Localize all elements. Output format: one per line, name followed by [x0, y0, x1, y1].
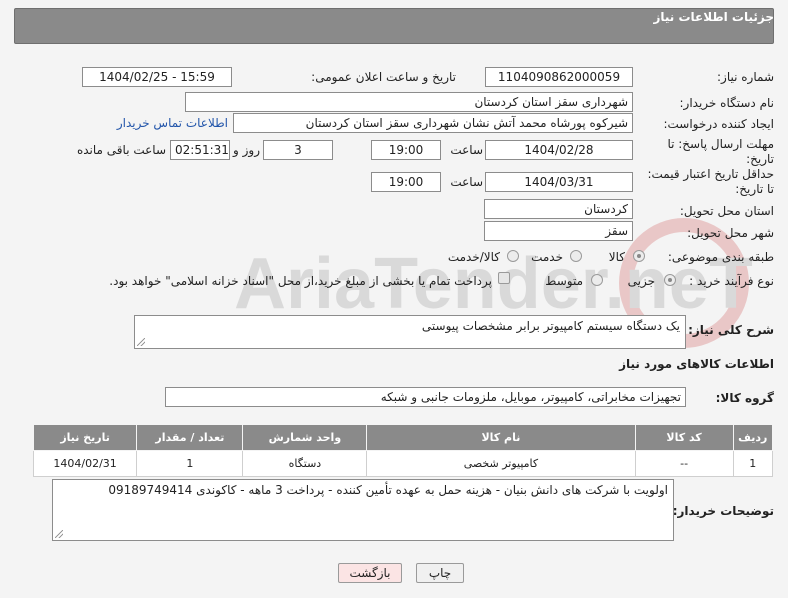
category-label: طبقه بندی موضوعی:: [667, 250, 774, 264]
creator-label: ایجاد کننده درخواست:: [663, 117, 774, 131]
remaining-time-field[interactable]: 02:51:31: [170, 140, 230, 160]
delivery-city-field[interactable]: سقز: [484, 221, 633, 241]
need-number-label: شماره نیاز:: [717, 70, 774, 84]
days-field[interactable]: 3: [263, 140, 333, 160]
price-time-field[interactable]: 19:00: [371, 172, 441, 192]
buyer-org-label: نام دستگاه خریدار:: [679, 96, 775, 110]
purchase-partial-label: جزیی: [627, 274, 655, 288]
creator-field[interactable]: شیرکوه پورشاه محمد آتش نشان شهرداری سقز …: [233, 113, 633, 133]
purchase-medium-label: متوسط: [545, 274, 583, 288]
price-date-field[interactable]: 1404/03/31: [485, 172, 633, 192]
delivery-province-field[interactable]: کردستان: [484, 199, 633, 219]
buyer-notes-text: اولویت با شرکت های دانش بنیان - هزینه حم…: [108, 483, 668, 497]
remaining-label: ساعت باقی مانده: [76, 143, 166, 157]
category-service-radio[interactable]: [570, 250, 582, 262]
category-goods-service-radio[interactable]: [507, 250, 519, 262]
cell-unit: دستگاه: [242, 450, 368, 477]
resize-handle-icon[interactable]: [137, 338, 145, 346]
purchase-medium-radio[interactable]: [591, 274, 603, 286]
goods-info-heading: اطلاعات کالاهای مورد نیاز: [619, 357, 774, 371]
purchase-type-label: نوع فرآیند خرید :: [689, 274, 774, 288]
cell-code: --: [634, 450, 734, 477]
reply-hour-label: ساعت: [450, 143, 483, 157]
col-unit: واحد شمارش: [242, 424, 368, 451]
table-row[interactable]: 1 -- کامپیوتر شخصی دستگاه 1 1404/02/31: [32, 450, 774, 477]
col-date: تاریخ نیاز: [32, 424, 138, 451]
goods-table: ردیف کد کالا نام کالا واحد شمارش تعداد /…: [32, 424, 774, 477]
goods-group-label: گروه کالا:: [715, 391, 774, 405]
treasury-payment-checkbox[interactable]: [498, 272, 510, 284]
cell-qty: 1: [136, 450, 244, 477]
reply-time-field[interactable]: 19:00: [371, 140, 441, 160]
announce-datetime-label: تاریخ و ساعت اعلان عمومی:: [311, 70, 456, 84]
cell-date: 1404/02/31: [32, 450, 138, 477]
delivery-province-label: استان محل تحویل:: [679, 204, 774, 218]
category-goods-service-label: کالا/خدمت: [447, 250, 500, 264]
goods-group-field[interactable]: تجهیزات مخابراتی، کامپیوتر، موبایل، ملزو…: [165, 387, 686, 407]
need-description-text: یک دستگاه سیستم کامپیوتر برابر مشخصات پی…: [421, 319, 680, 333]
need-number-field[interactable]: 1104090862000059: [485, 67, 633, 87]
page-title: جزئیات اطلاعات نیاز: [653, 10, 774, 24]
need-description-textarea[interactable]: یک دستگاه سیستم کامپیوتر برابر مشخصات پی…: [134, 315, 686, 349]
day-and-label: روز و: [233, 143, 260, 157]
buyer-notes-textarea[interactable]: اولویت با شرکت های دانش بنیان - هزینه حم…: [52, 479, 674, 541]
col-name: نام کالا: [366, 424, 636, 451]
reply-date-field[interactable]: 1404/02/28: [485, 140, 633, 160]
need-description-label: شرح کلی نیاز:: [688, 323, 774, 337]
cell-row: 1: [732, 450, 774, 477]
back-button[interactable]: بازگشت: [338, 563, 402, 583]
category-goods-radio[interactable]: [633, 250, 645, 262]
buyer-contact-link[interactable]: اطلاعات تماس خریدار: [117, 116, 228, 130]
treasury-payment-note: پرداخت تمام یا بخشی از مبلغ خرید،از محل …: [109, 274, 492, 288]
print-button[interactable]: چاپ: [416, 563, 464, 583]
table-header-row: ردیف کد کالا نام کالا واحد شمارش تعداد /…: [32, 424, 774, 451]
announce-datetime-field[interactable]: 1404/02/25 - 15:59: [82, 67, 232, 87]
delivery-city-label: شهر محل تحویل:: [687, 226, 774, 240]
reply-deadline-label: مهلت ارسال پاسخ: تا تاریخ:: [667, 137, 774, 166]
category-goods-label: کالا: [608, 250, 625, 264]
price-hour-label: ساعت: [450, 175, 483, 189]
cell-name: کامپیوتر شخصی: [366, 450, 636, 477]
resize-handle-icon[interactable]: [55, 530, 63, 538]
buyer-org-field[interactable]: شهرداری سقز استان کردستان: [185, 92, 633, 112]
price-validity-label: حداقل تاریخ اعتبار قیمت: تا تاریخ:: [647, 167, 774, 196]
col-code: کد کالا: [634, 424, 734, 451]
col-row: ردیف: [732, 424, 774, 451]
col-qty: تعداد / مقدار: [136, 424, 244, 451]
category-service-label: خدمت: [531, 250, 563, 264]
purchase-partial-radio[interactable]: [664, 274, 676, 286]
buyer-notes-label: توضیحات خریدار:: [672, 504, 774, 518]
